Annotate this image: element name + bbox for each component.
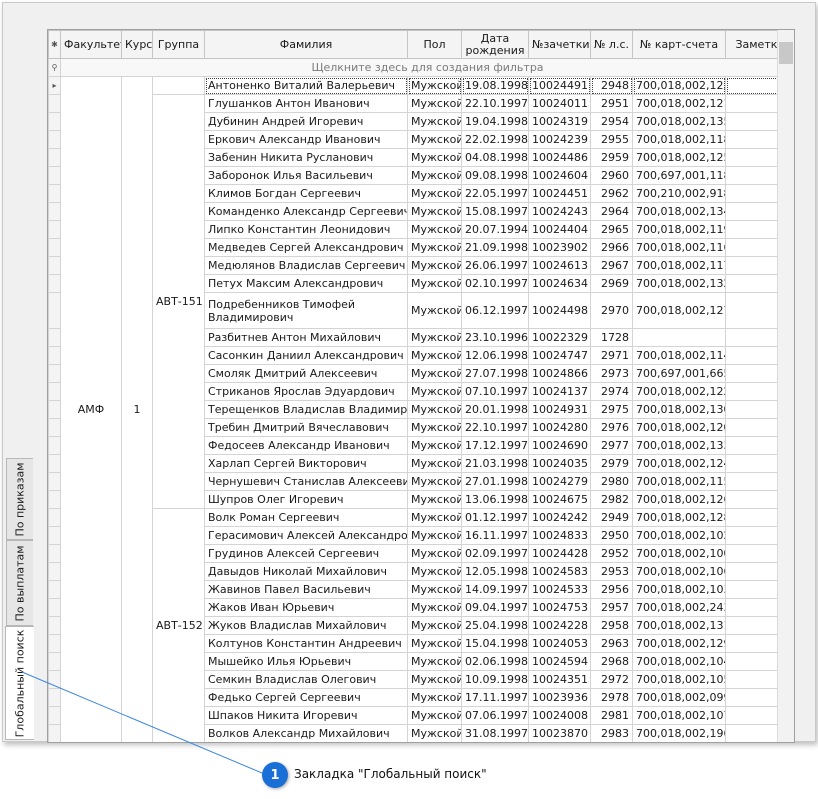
callout-caption: Закладка "Глобальный поиск" <box>294 767 487 781</box>
callout-line <box>21 671 263 774</box>
callout-badge: 1 <box>262 762 288 788</box>
